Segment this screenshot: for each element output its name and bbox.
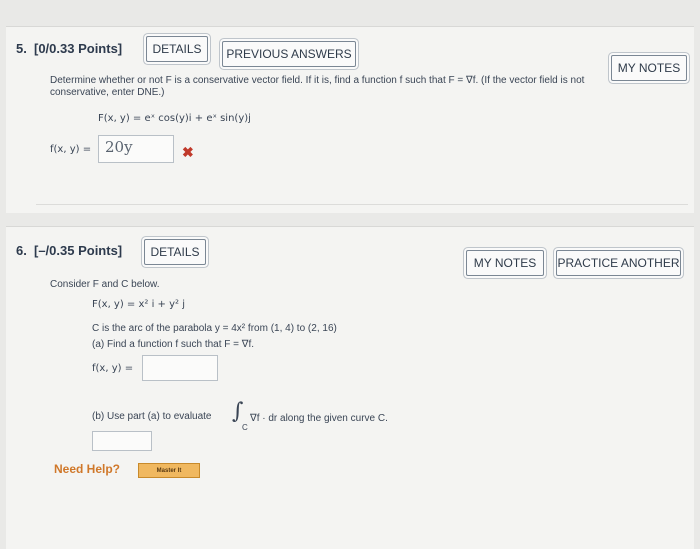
divider xyxy=(36,204,688,205)
integral-subscript: C xyxy=(242,423,248,432)
curve-description: C is the arc of the parabola y = 4x² fro… xyxy=(92,323,337,334)
question-intro: Consider F and C below. xyxy=(50,279,160,290)
question-points: [–/0.35 Points] xyxy=(34,243,123,258)
need-help-label: Need Help? xyxy=(54,462,121,476)
previous-answers-button[interactable]: PREVIOUS ANSWERS xyxy=(222,41,356,67)
part-a-prompt: (a) Find a function f such that F = ∇f. xyxy=(92,339,255,350)
f-label: f(x, y) = xyxy=(50,144,92,155)
integral-symbol: ∫ xyxy=(232,399,244,424)
master-it-button[interactable]: Master It xyxy=(138,463,200,478)
answer-value: 20y xyxy=(105,138,133,156)
part-a-answer-field[interactable] xyxy=(142,355,218,381)
practice-another-button[interactable]: PRACTICE ANOTHER xyxy=(556,250,681,276)
details-button[interactable]: DETAILS xyxy=(144,239,206,265)
vector-field: F(x, y) = eˣ cos(y)i + eˣ sin(y)j xyxy=(98,113,251,124)
part-b-prompt: (b) Use part (a) to evaluate xyxy=(92,411,212,422)
vector-field: F(x, y) = x² i + y² j xyxy=(92,299,185,310)
incorrect-icon: ✖ xyxy=(182,144,194,160)
f-label: f(x, y) = xyxy=(92,363,134,374)
details-button[interactable]: DETAILS xyxy=(146,36,208,62)
answer-field[interactable]: 20y xyxy=(98,135,174,163)
question-5-panel: 5. [0/0.33 Points] DETAILS PREVIOUS ANSW… xyxy=(6,26,694,213)
question-prompt-cont: conservative, enter DNE.) xyxy=(50,87,165,98)
question-number: 6. xyxy=(16,243,27,258)
part-b-integrand: ∇f · dr along the given curve C. xyxy=(250,413,388,424)
question-6-panel: 6. [–/0.35 Points] DETAILS MY NOTES PRAC… xyxy=(6,226,694,549)
my-notes-button[interactable]: MY NOTES xyxy=(611,55,687,81)
part-b-answer-field[interactable] xyxy=(92,431,152,451)
my-notes-button[interactable]: MY NOTES xyxy=(466,250,544,276)
question-prompt: Determine whether or not F is a conserva… xyxy=(50,75,585,86)
question-number: 5. xyxy=(16,41,27,56)
question-points: [0/0.33 Points] xyxy=(34,41,123,56)
